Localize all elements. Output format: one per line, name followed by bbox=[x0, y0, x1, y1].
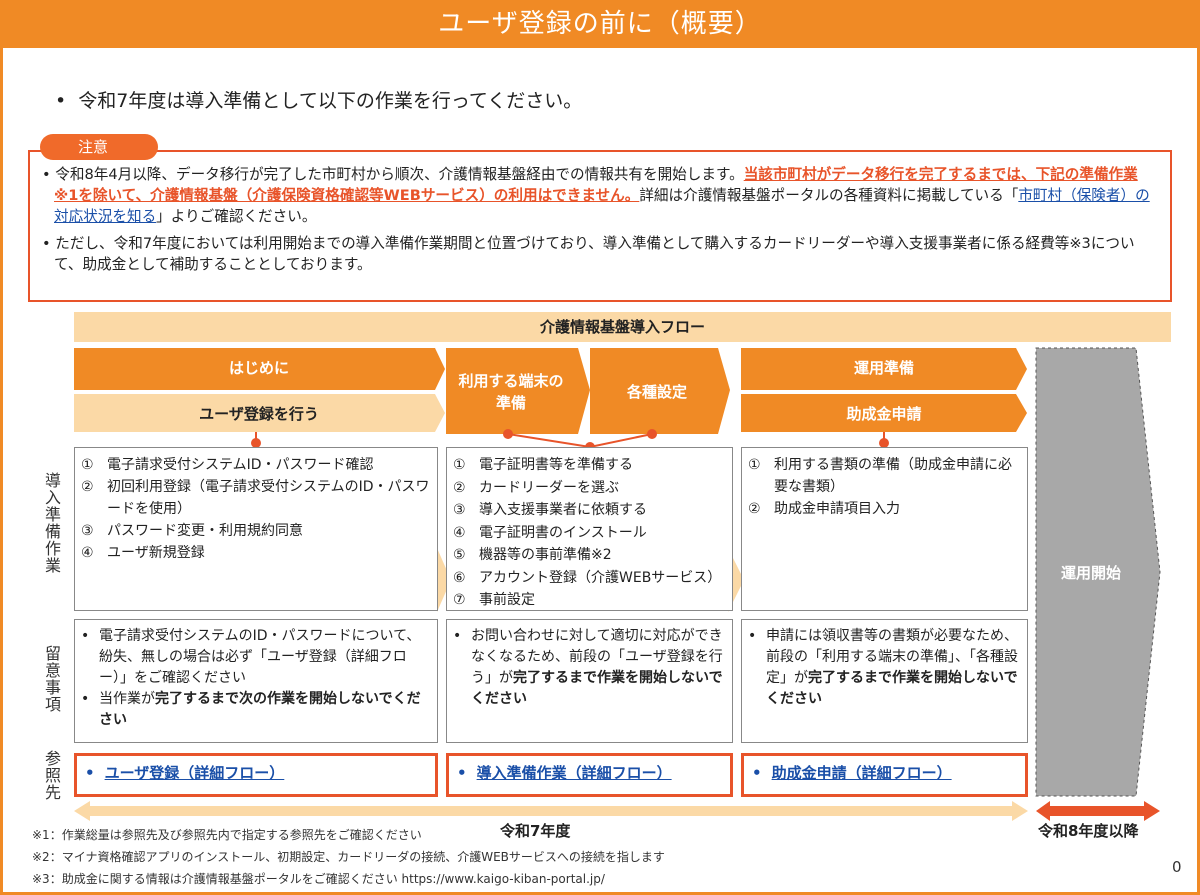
ref-bullet-3: • bbox=[752, 764, 762, 782]
item-number: ① bbox=[453, 457, 466, 473]
notes1-item-a: • 電子請求受付システムのID・パスワードについて、紛失、無しの場合は必ず「ユーザ… bbox=[81, 626, 431, 689]
footnote-3: ※3：助成金に関する情報は介護情報基盤ポータルをご確認ください https://… bbox=[32, 872, 605, 886]
prep3-item: ② 助成金申請項目入力 bbox=[748, 498, 1021, 520]
ref-box-prep: • 導入準備作業（詳細フロー） bbox=[446, 753, 733, 797]
item-text: 利用する書類の準備（助成金申請に必要な書類） bbox=[774, 457, 1012, 495]
item-text: 事前設定 bbox=[479, 592, 535, 608]
ref-link-prep-work[interactable]: 導入準備作業（詳細フロー） bbox=[477, 764, 672, 782]
notice-tag: 注意 bbox=[40, 134, 158, 160]
notes1-item-b: • 当作業が完了するまで次の作業を開始しないでください bbox=[81, 691, 421, 728]
footnote-2: ※2：マイナ資格確認アプリのインストール、初期設定、カードリーダの接続、介護WE… bbox=[32, 850, 665, 864]
year8-label: 令和8年度以降 bbox=[1038, 822, 1139, 840]
item-text: ユーザ新規登録 bbox=[107, 545, 205, 561]
prep1-item: ② 初回利用登録（電子請求受付システムのID・パスワードを使用） bbox=[81, 476, 431, 520]
ref-link-grant[interactable]: 助成金申請（詳細フロー） bbox=[772, 764, 952, 782]
page-number: 0 bbox=[1172, 858, 1182, 876]
item-number: ③ bbox=[81, 523, 94, 539]
prep1-item: ④ ユーザ新規登録 bbox=[81, 542, 431, 564]
footnote-1: ※1：作業総量は参照先及び参照先内で指定する参照先をご確認ください bbox=[32, 828, 422, 842]
year7-arrow bbox=[74, 801, 1028, 821]
item-number: ③ bbox=[453, 502, 466, 518]
item-text: 助成金申請項目入力 bbox=[774, 501, 900, 517]
item-number: ① bbox=[81, 457, 94, 473]
item-text: パスワード変更・利用規約同意 bbox=[107, 523, 303, 539]
prep3-item: ① 利用する書類の準備（助成金申請に必要な書類） bbox=[748, 454, 1021, 498]
stage1b-label: ユーザ登録を行う bbox=[199, 405, 319, 423]
connector-dot bbox=[647, 429, 657, 439]
stage2-label: 利用する端末の準備 bbox=[458, 372, 564, 412]
notes3-item: • 申請には領収書等の書類が必要なため、前段の「利用する端末の準備」、「各種設定」… bbox=[748, 628, 1018, 707]
item-text: アカウント登録（介護WEBサービス） bbox=[479, 569, 722, 586]
ref-bullet-2: • bbox=[457, 764, 467, 782]
item-number: ① bbox=[748, 457, 761, 473]
stage4-label: 運用準備 bbox=[853, 359, 914, 377]
ref-link-user-registration[interactable]: ユーザ登録（詳細フロー） bbox=[105, 764, 285, 782]
prep-list-3: ① 利用する書類の準備（助成金申請に必要な書類） ② 助成金申請項目入力 bbox=[748, 454, 1021, 520]
stage5-label: 運用開始 bbox=[1060, 564, 1121, 582]
side-label-ref: 参照先 bbox=[44, 749, 61, 802]
notes2-item: • お問い合わせに対して適切に対応ができなくなるため、前段の「ユーザ登録を行う」が… bbox=[453, 628, 723, 707]
stage4b-label: 助成金申請 bbox=[846, 405, 922, 423]
item-text: 電子証明書等を準備する bbox=[479, 457, 633, 473]
prep2-item: ③ 導入支援事業者に依頼する bbox=[453, 499, 726, 522]
prep2-item: ⑤ 機器等の事前準備※2 bbox=[453, 544, 726, 567]
notes-box-3: • 申請には領収書等の書類が必要なため、前段の「利用する端末の準備」、「各種設定」… bbox=[741, 619, 1028, 743]
stage1-label: はじめに bbox=[228, 359, 289, 377]
item-number: ⑤ bbox=[453, 547, 466, 563]
prep-box-2: ① 電子証明書等を準備する ② カードリーダーを選ぶ ③ 導入支援事業者に依頼する ④ 電子証… bbox=[446, 447, 733, 611]
prep1-item: ① 電子請求受付システムID・パスワード確認 bbox=[81, 454, 431, 476]
prep-list-2: ① 電子証明書等を準備する ② カードリーダーを選ぶ ③ 導入支援事業者に依頼する ④ 電子証… bbox=[453, 454, 726, 612]
item-number: ⑦ bbox=[453, 592, 466, 608]
item-number: ④ bbox=[81, 545, 94, 561]
side-label-prep: 導入準備作業 bbox=[44, 471, 61, 575]
ref-box-grant: • 助成金申請（詳細フロー） bbox=[741, 753, 1028, 797]
item-number: ② bbox=[453, 479, 466, 496]
prep2-item: ⑥ アカウント登録（介護WEBサービス） bbox=[453, 567, 726, 590]
item-text: 電子証明書のインストール bbox=[479, 524, 647, 541]
notes1-b1: 当作業が bbox=[99, 691, 155, 707]
item-number: ④ bbox=[453, 524, 466, 541]
prep2-item: ① 電子証明書等を準備する bbox=[453, 454, 726, 477]
item-number: ② bbox=[81, 479, 94, 495]
prep2-item: ⑦ 事前設定 bbox=[453, 589, 726, 612]
year7-label: 令和7年度 bbox=[500, 822, 571, 840]
connector-dot bbox=[503, 429, 513, 439]
prep-box-3: ① 利用する書類の準備（助成金申請に必要な書類） ② 助成金申請項目入力 bbox=[741, 447, 1028, 611]
prep-list-1: ① 電子請求受付システムID・パスワード確認 ② 初回利用登録（電子請求受付システムの… bbox=[81, 454, 431, 564]
notes-box-1: • 電子請求受付システムのID・パスワードについて、紛失、無しの場合は必ず「ユーザ… bbox=[74, 619, 438, 743]
item-text: 機器等の事前準備※2 bbox=[479, 547, 612, 563]
item-text: 電子請求受付システムID・パスワード確認 bbox=[107, 457, 374, 473]
ref-box-user: • ユーザ登録（詳細フロー） bbox=[74, 753, 438, 797]
year8-arrow bbox=[1036, 801, 1160, 821]
item-text: カードリーダーを選ぶ bbox=[479, 479, 619, 496]
item-text: 初回利用登録（電子請求受付システムのID・パスワードを使用） bbox=[107, 479, 430, 517]
side-label-notes: 留意事項 bbox=[44, 644, 61, 714]
item-text: 導入支援事業者に依頼する bbox=[479, 502, 647, 518]
ref-bullet-1: • bbox=[85, 764, 95, 782]
notes1-a: 電子請求受付システムのID・パスワードについて、紛失、無しの場合は必ず「ユーザ登… bbox=[99, 628, 421, 686]
prep2-item: ④ 電子証明書のインストール bbox=[453, 522, 726, 545]
notes-box-2: • お問い合わせに対して適切に対応ができなくなるため、前段の「ユーザ登録を行う」が… bbox=[446, 619, 733, 743]
item-number: ⑥ bbox=[453, 569, 466, 586]
prep-box-1: ① 電子請求受付システムID・パスワード確認 ② 初回利用登録（電子請求受付システムの… bbox=[74, 447, 438, 611]
prep2-item: ② カードリーダーを選ぶ bbox=[453, 477, 726, 500]
item-number: ② bbox=[748, 501, 761, 517]
prep1-item: ③ パスワード変更・利用規約同意 bbox=[81, 520, 431, 542]
stage3-label: 各種設定 bbox=[626, 383, 687, 401]
